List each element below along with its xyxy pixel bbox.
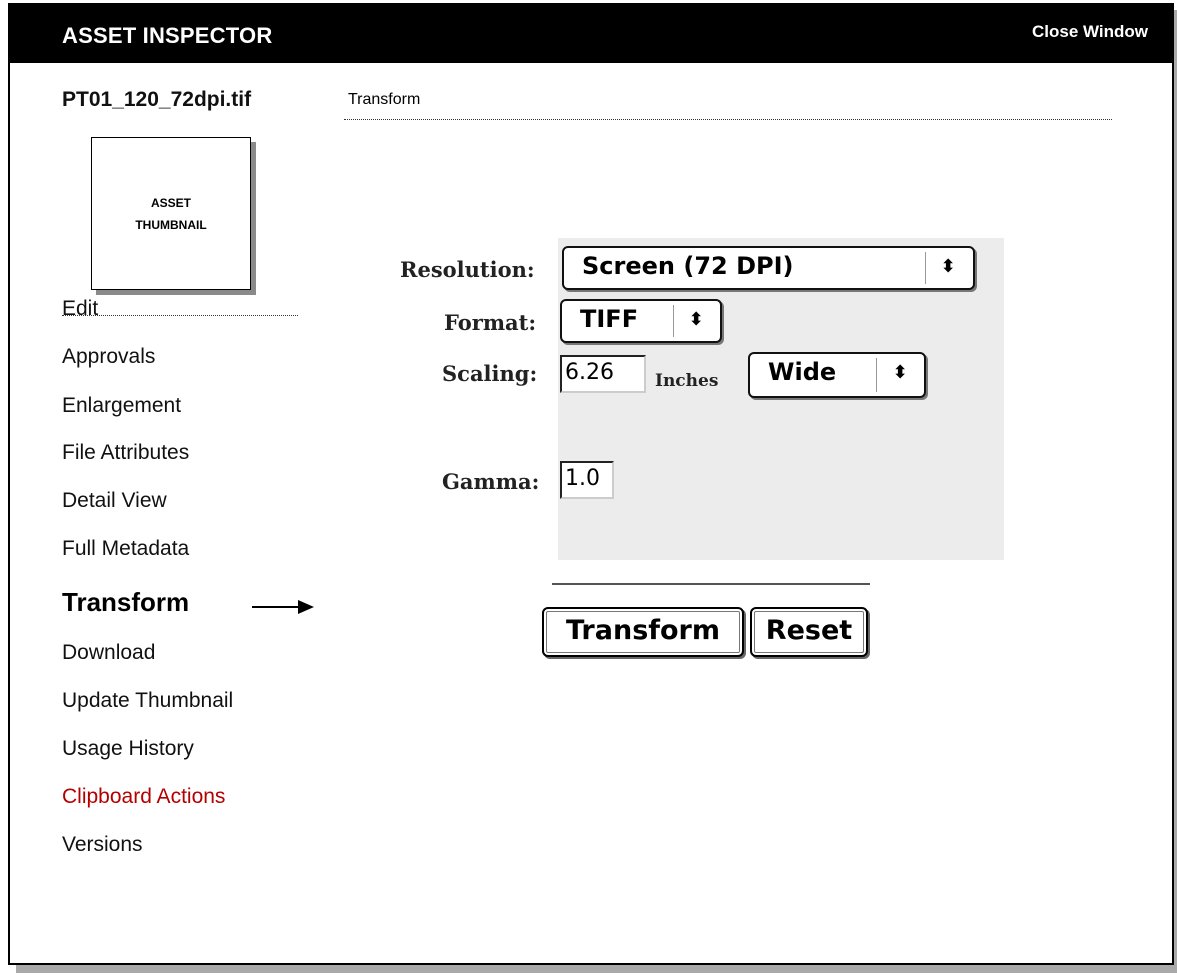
- nav-item-versions[interactable]: Versions: [62, 833, 143, 857]
- chevron-updown-icon: ⬍: [940, 256, 956, 277]
- nav-item-edit[interactable]: Edit: [62, 297, 98, 321]
- nav-item-download[interactable]: Download: [62, 641, 155, 665]
- thumbnail-label-line2: THUMBNAIL: [135, 217, 207, 232]
- thumbnail-label-line1: ASSET: [150, 195, 191, 210]
- resolution-select[interactable]: Screen (72 DPI) ⬍: [562, 246, 975, 290]
- nav-item-clipboard-actions[interactable]: Clipboard Actions: [62, 785, 225, 809]
- scaling-label: Scaling:: [442, 361, 538, 386]
- asset-inspector-window: ASSET INSPECTOR Close Window PT01_120_72…: [8, 3, 1174, 965]
- format-select[interactable]: TIFF ⬍: [560, 299, 722, 343]
- reset-button[interactable]: Reset: [750, 607, 868, 657]
- chevron-updown-icon: ⬍: [688, 309, 704, 330]
- gamma-input[interactable]: 1.0: [560, 461, 614, 499]
- section-divider: [344, 119, 1112, 120]
- resolution-value: Screen (72 DPI): [582, 252, 794, 280]
- gamma-label: Gamma:: [442, 469, 540, 494]
- scaling-input[interactable]: 6.26: [560, 355, 646, 393]
- resolution-label: Resolution:: [400, 257, 535, 282]
- chevron-updown-icon: ⬍: [892, 362, 908, 383]
- scaling-unit-label: Inches: [655, 371, 719, 391]
- scaling-mode-select[interactable]: Wide ⬍: [748, 352, 926, 398]
- section-title: Transform: [348, 91, 421, 108]
- nav-item-file-attributes[interactable]: File Attributes: [62, 441, 189, 465]
- nav-item-enlargement[interactable]: Enlargement: [62, 394, 181, 418]
- nav-item-update-thumbnail[interactable]: Update Thumbnail: [62, 689, 233, 713]
- asset-thumbnail: ASSET THUMBNAIL: [91, 137, 251, 290]
- current-section-arrow-icon: [252, 600, 316, 614]
- format-label: Format:: [444, 310, 537, 335]
- format-value: TIFF: [580, 305, 639, 333]
- asset-filename: PT01_120_72dpi.tif: [62, 88, 252, 111]
- nav-item-full-metadata[interactable]: Full Metadata: [62, 537, 189, 561]
- scaling-mode-value: Wide: [768, 358, 837, 386]
- actions-divider: [552, 583, 870, 585]
- title-bar: ASSET INSPECTOR Close Window: [10, 5, 1172, 63]
- nav-item-detail-view[interactable]: Detail View: [62, 489, 167, 513]
- nav-item-transform[interactable]: Transform: [62, 587, 189, 618]
- transform-button[interactable]: Transform: [542, 607, 744, 657]
- nav-item-usage-history[interactable]: Usage History: [62, 737, 194, 761]
- window-title: ASSET INSPECTOR: [62, 23, 273, 48]
- nav-item-approvals[interactable]: Approvals: [62, 345, 155, 369]
- close-window-link[interactable]: Close Window: [1032, 22, 1148, 42]
